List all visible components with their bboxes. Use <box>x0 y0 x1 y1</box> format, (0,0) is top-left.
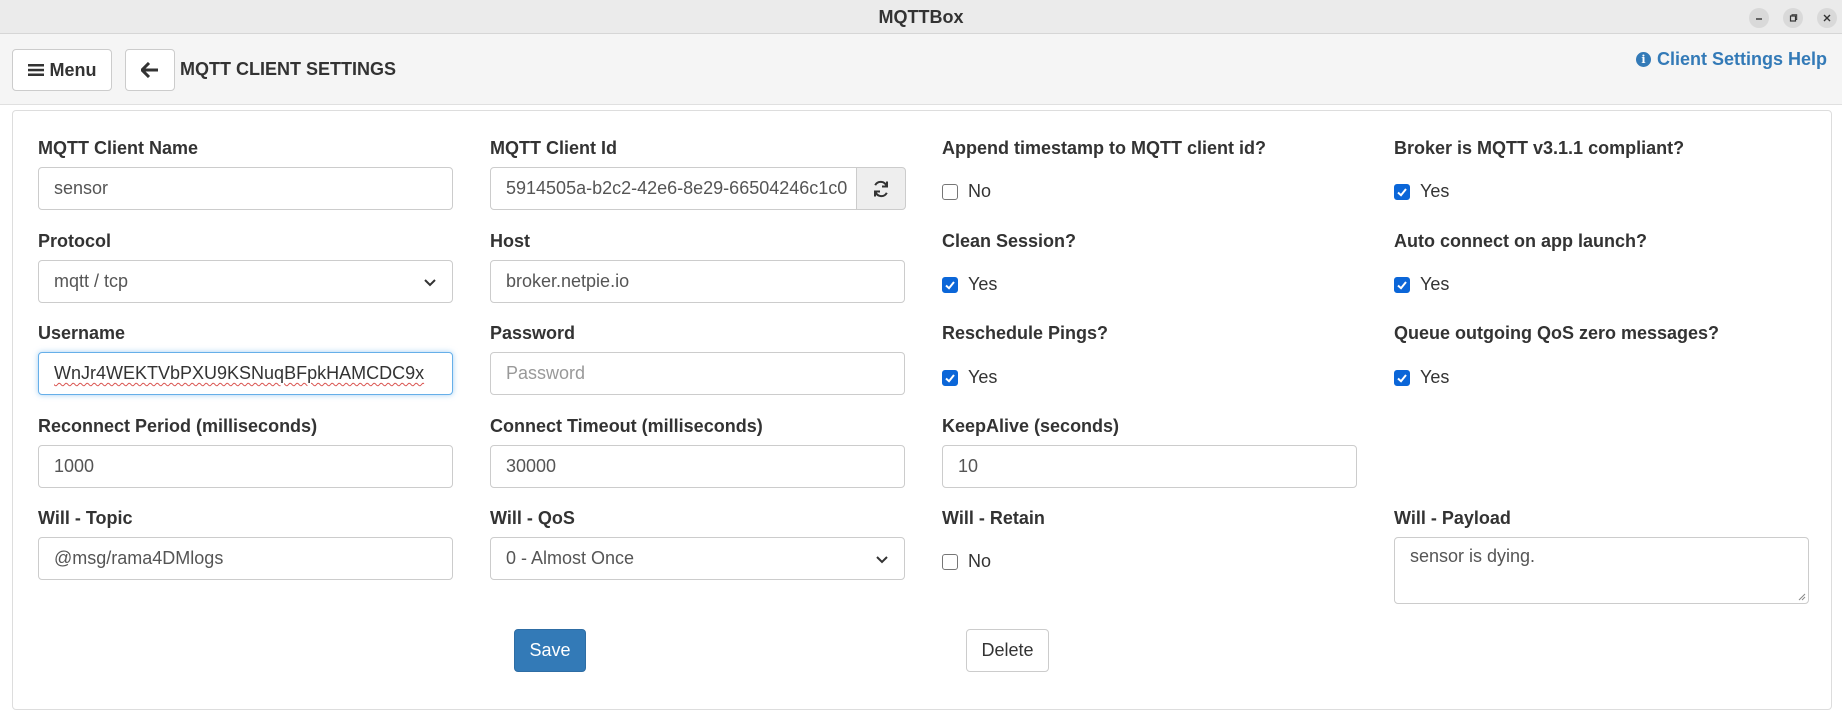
reschedule-pings-option[interactable]: Yes <box>942 367 997 388</box>
connect-timeout-label: Connect Timeout (milliseconds) <box>490 416 763 436</box>
broker-compliant-label: Broker is MQTT v3.1.1 compliant? <box>1394 138 1685 158</box>
reschedule-pings-checkbox[interactable] <box>942 369 958 386</box>
append-timestamp-checkbox[interactable] <box>942 183 958 200</box>
will-retain-text: No <box>968 551 992 571</box>
append-timestamp-text: No <box>968 181 992 201</box>
auto-connect-text: Yes <box>1420 274 1450 294</box>
host-label: Host <box>490 231 530 251</box>
page-title: MQTT CLIENT SETTINGS <box>180 59 396 79</box>
append-timestamp-label: Append timestamp to MQTT client id? <box>942 138 1266 158</box>
save-button[interactable]: Save <box>514 629 586 672</box>
window-titlebar: MQTTBox <box>0 0 1842 34</box>
will-topic-input[interactable]: @msg/rama4DMlogs <box>38 537 453 580</box>
broker-compliant-checkbox[interactable] <box>1394 183 1410 200</box>
menu-button[interactable]: Menu <box>12 49 112 91</box>
reconnect-period-label: Reconnect Period (milliseconds) <box>38 416 318 436</box>
queue-qos-zero-option[interactable]: Yes <box>1394 367 1449 388</box>
auto-connect-checkbox[interactable] <box>1394 276 1410 293</box>
keepalive-value: 10 <box>958 456 979 476</box>
chevron-down-icon <box>424 278 436 286</box>
will-payload-textarea[interactable]: sensor is dying. <box>1394 537 1809 604</box>
username-value: WnJr4WEKTVbPXU9KSNuqBFpkHAMCDC9x <box>54 363 425 383</box>
will-topic-value: @msg/rama4DMlogs <box>54 548 224 568</box>
client-id-input[interactable]: 5914505a-b2c2-42e6-8e29-66504246c1c0 <box>490 167 857 210</box>
help-label: Client Settings Help <box>1657 49 1828 69</box>
reschedule-pings-text: Yes <box>968 367 998 387</box>
chevron-down-icon <box>876 555 888 563</box>
username-label: Username <box>38 323 126 343</box>
queue-qos-zero-text: Yes <box>1420 367 1450 387</box>
minimize-icon[interactable] <box>1749 8 1769 28</box>
will-qos-value: 0 - Almost Once <box>506 548 635 568</box>
close-icon[interactable] <box>1817 8 1837 28</box>
client-settings-form: MQTT Client Name sensor MQTT Client Id 5… <box>12 110 1832 710</box>
client-name-input[interactable]: sensor <box>38 167 453 210</box>
clean-session-text: Yes <box>968 274 998 294</box>
client-id-label: MQTT Client Id <box>490 138 617 158</box>
client-settings-help-link[interactable]: i Client Settings Help <box>1636 49 1827 70</box>
reschedule-pings-label: Reschedule Pings? <box>942 323 1109 343</box>
will-retain-label: Will - Retain <box>942 508 1045 528</box>
hamburger-icon <box>27 64 44 76</box>
reconnect-period-input[interactable]: 1000 <box>38 445 453 488</box>
auto-connect-option[interactable]: Yes <box>1394 274 1449 295</box>
password-placeholder: Password <box>506 363 586 383</box>
toolbar: Menu MQTT CLIENT SETTINGS i Client Setti… <box>0 34 1842 105</box>
queue-qos-zero-label: Queue outgoing QoS zero messages? <box>1394 323 1720 343</box>
connect-timeout-input[interactable]: 30000 <box>490 445 905 488</box>
protocol-select[interactable]: mqtt / tcp <box>38 260 453 303</box>
auto-connect-label: Auto connect on app launch? <box>1394 231 1647 251</box>
will-qos-select[interactable]: 0 - Almost Once <box>490 537 905 580</box>
will-payload-value: sensor is dying. <box>1410 546 1536 566</box>
back-button[interactable] <box>125 49 175 91</box>
clean-session-label: Clean Session? <box>942 231 1077 251</box>
protocol-label: Protocol <box>38 231 112 251</box>
resize-grip-icon[interactable] <box>1798 593 1806 601</box>
queue-qos-zero-checkbox[interactable] <box>1394 369 1410 386</box>
maximize-icon[interactable] <box>1783 8 1803 28</box>
will-payload-label: Will - Payload <box>1394 508 1511 528</box>
reconnect-period-value: 1000 <box>54 456 95 476</box>
connect-timeout-value: 30000 <box>506 456 557 476</box>
clean-session-option[interactable]: Yes <box>942 274 997 295</box>
broker-compliant-option[interactable]: Yes <box>1394 181 1449 202</box>
will-topic-label: Will - Topic <box>38 508 133 528</box>
client-id-value: 5914505a-b2c2-42e6-8e29-66504246c1c0 <box>506 178 848 198</box>
keepalive-label: KeepAlive (seconds) <box>942 416 1120 436</box>
username-input[interactable]: WnJr4WEKTVbPXU9KSNuqBFpkHAMCDC9x <box>38 352 453 395</box>
keepalive-input[interactable]: 10 <box>942 445 1357 488</box>
delete-button[interactable]: Delete <box>966 629 1049 672</box>
clean-session-checkbox[interactable] <box>942 276 958 293</box>
will-qos-label: Will - QoS <box>490 508 575 528</box>
refresh-icon <box>874 180 888 197</box>
password-input[interactable]: Password <box>490 352 905 395</box>
protocol-value: mqtt / tcp <box>54 271 129 291</box>
password-label: Password <box>490 323 576 343</box>
host-value: broker.netpie.io <box>506 271 630 291</box>
arrow-left-icon <box>141 62 158 78</box>
info-icon: i <box>1636 52 1651 67</box>
broker-compliant-text: Yes <box>1420 181 1450 201</box>
client-name-value: sensor <box>54 178 109 198</box>
client-name-label: MQTT Client Name <box>38 138 199 158</box>
menu-label: Menu <box>49 59 97 80</box>
append-timestamp-option[interactable]: No <box>942 181 991 202</box>
will-retain-checkbox[interactable] <box>942 553 958 570</box>
regenerate-client-id-button[interactable] <box>856 167 906 210</box>
host-input[interactable]: broker.netpie.io <box>490 260 905 303</box>
will-retain-option[interactable]: No <box>942 551 991 572</box>
window-title: MQTTBox <box>878 7 964 27</box>
